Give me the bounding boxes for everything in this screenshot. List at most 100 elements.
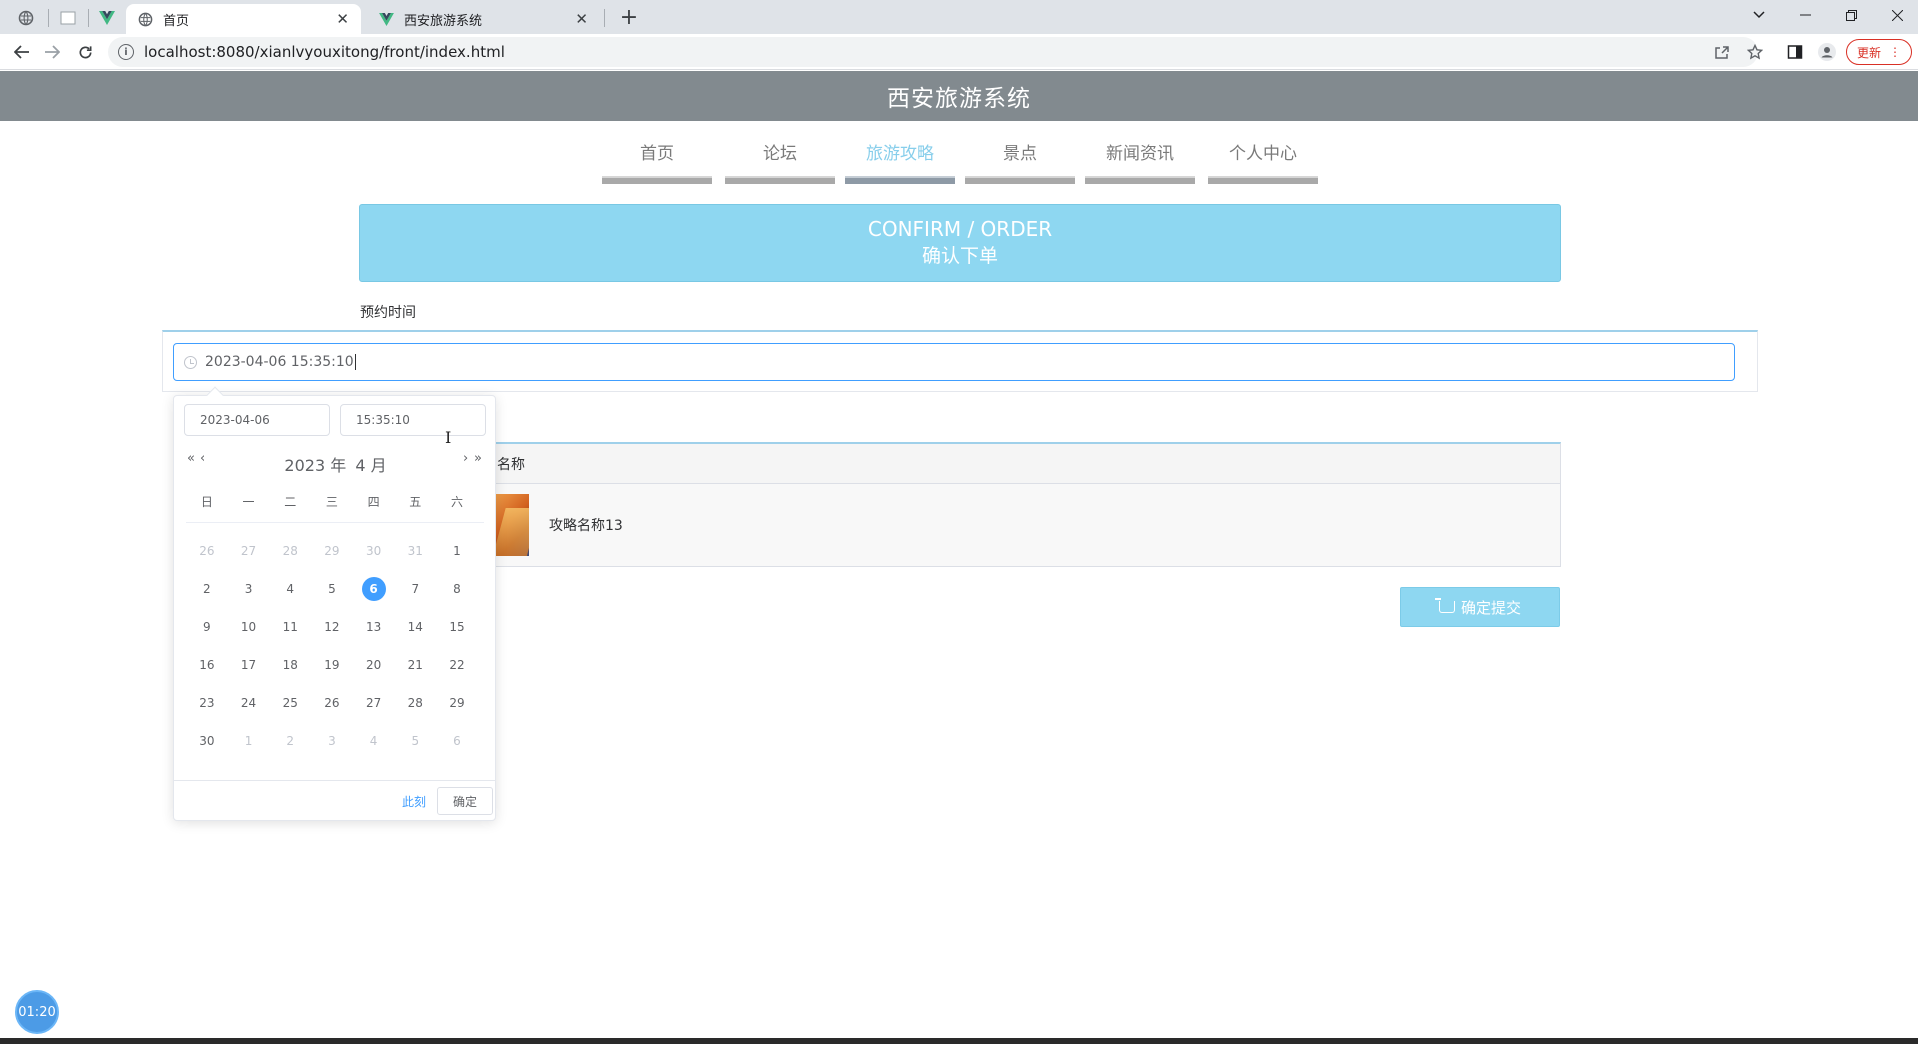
text-caret: [354, 354, 356, 370]
calendar-day[interactable]: 2: [269, 722, 311, 760]
side-panel-icon[interactable]: [1783, 40, 1807, 64]
picker-date-input[interactable]: 2023-04-06: [184, 404, 330, 436]
restore-button[interactable]: [1829, 0, 1873, 30]
calendar-day[interactable]: 6: [436, 722, 478, 760]
nav-item-attractions[interactable]: 景点: [965, 140, 1075, 184]
calendar-day[interactable]: 30: [353, 532, 395, 570]
submit-order-button[interactable]: 确定提交: [1400, 587, 1560, 627]
next-month-button[interactable]: ›: [463, 451, 468, 466]
calendar-day[interactable]: 3: [311, 722, 353, 760]
pinned-tab-blank[interactable]: [54, 6, 82, 30]
confirm-button[interactable]: 确定: [437, 787, 493, 815]
calendar-day[interactable]: 26: [311, 684, 353, 722]
calendar-day[interactable]: 27: [228, 532, 270, 570]
picker-year[interactable]: 2023 年: [284, 456, 346, 475]
calendar-day[interactable]: 22: [436, 646, 478, 684]
day-number: 30: [199, 734, 215, 748]
address-bar[interactable]: i localhost:8080/xianlvyouxitong/front/i…: [108, 37, 1758, 67]
calendar-day[interactable]: 28: [269, 532, 311, 570]
column-header-name: 名称: [497, 456, 525, 473]
calendar-day[interactable]: 9: [186, 608, 228, 646]
nav-item-home[interactable]: 首页: [602, 140, 712, 184]
calendar-day[interactable]: 23: [186, 684, 228, 722]
calendar-day[interactable]: 3: [228, 570, 270, 608]
now-button[interactable]: 此刻: [402, 793, 426, 810]
reserve-time-input[interactable]: 2023-04-06 15:35:10: [173, 343, 1735, 381]
submit-label: 确定提交: [1460, 598, 1521, 617]
calendar-day-selected[interactable]: 6: [353, 570, 395, 608]
picker-time-input[interactable]: 15:35:10: [340, 404, 486, 436]
forward-button[interactable]: [38, 38, 66, 66]
tab-home[interactable]: 首页 ✕: [126, 4, 361, 34]
weekday-label: 一: [242, 495, 255, 509]
calendar-day[interactable]: 25: [269, 684, 311, 722]
day-number: 13: [365, 620, 382, 634]
browser-tab-bar: 首页 ✕ 西安旅游系统 ✕ +: [0, 0, 1918, 34]
calendar-day[interactable]: 4: [353, 722, 395, 760]
star-icon[interactable]: [1743, 40, 1767, 64]
new-tab-button[interactable]: +: [616, 4, 642, 30]
nav-label: 论坛: [763, 144, 797, 164]
calendar-day[interactable]: 10: [228, 608, 270, 646]
nav-item-news[interactable]: 新闻资讯: [1085, 140, 1195, 184]
profile-icon[interactable]: [1815, 40, 1839, 64]
back-button[interactable]: [8, 38, 36, 66]
calendar-day[interactable]: 16: [186, 646, 228, 684]
calendar-day[interactable]: 5: [394, 722, 436, 760]
share-icon[interactable]: [1710, 40, 1734, 64]
calendar-day[interactable]: 29: [311, 532, 353, 570]
calendar-day[interactable]: 17: [228, 646, 270, 684]
calendar-day[interactable]: 18: [269, 646, 311, 684]
calendar-day[interactable]: 15: [436, 608, 478, 646]
calendar-day[interactable]: 7: [394, 570, 436, 608]
timer-badge[interactable]: 01:20: [15, 990, 59, 1034]
cart-icon: [1434, 598, 1455, 613]
calendar-day[interactable]: 1: [436, 532, 478, 570]
nav-item-forum[interactable]: 论坛: [725, 140, 835, 184]
prev-month-button[interactable]: ‹: [200, 451, 205, 466]
prev-year-button[interactable]: «: [187, 451, 195, 466]
update-button[interactable]: 更新 ⋮: [1846, 39, 1912, 65]
close-icon[interactable]: ✕: [575, 10, 588, 28]
calendar-day[interactable]: 14: [394, 608, 436, 646]
calendar-day[interactable]: 29: [436, 684, 478, 722]
close-window-button[interactable]: [1875, 0, 1918, 30]
calendar-day[interactable]: 8: [436, 570, 478, 608]
pinned-tab-vue[interactable]: [93, 6, 121, 30]
calendar-day[interactable]: 2: [186, 570, 228, 608]
reload-button[interactable]: [71, 38, 99, 66]
calendar-day[interactable]: 19: [311, 646, 353, 684]
calendar-day[interactable]: 24: [228, 684, 270, 722]
calendar-day[interactable]: 4: [269, 570, 311, 608]
calendar-day[interactable]: 13: [353, 608, 395, 646]
calendar-day[interactable]: 26: [186, 532, 228, 570]
pinned-tab-globe[interactable]: [12, 6, 40, 30]
nav-item-profile[interactable]: 个人中心: [1208, 140, 1318, 184]
minimize-button[interactable]: [1783, 0, 1827, 30]
info-icon[interactable]: i: [118, 44, 134, 60]
calendar-day[interactable]: 28: [394, 684, 436, 722]
calendar-day[interactable]: 27: [353, 684, 395, 722]
tab-search-button[interactable]: [1737, 0, 1781, 30]
calendar-day[interactable]: 5: [311, 570, 353, 608]
nav-item-travel-guide[interactable]: 旅游攻略: [845, 140, 955, 184]
day-number: 24: [240, 696, 257, 710]
url-text[interactable]: localhost:8080/xianlvyouxitong/front/ind…: [144, 43, 505, 61]
calendar-day[interactable]: 21: [394, 646, 436, 684]
calendar-day[interactable]: 1: [228, 722, 270, 760]
tab-separator: [48, 9, 49, 27]
next-year-button[interactable]: »: [474, 451, 482, 466]
reserve-time-value: 2023-04-06 15:35:10: [205, 354, 354, 370]
picker-month[interactable]: 4 月: [355, 456, 386, 475]
tab-xian-travel[interactable]: 西安旅游系统 ✕: [367, 4, 600, 34]
calendar-day[interactable]: 30: [186, 722, 228, 760]
calendar-day[interactable]: 12: [311, 608, 353, 646]
day-number: 19: [324, 658, 340, 672]
close-icon[interactable]: ✕: [336, 10, 349, 28]
calendar-day[interactable]: 20: [353, 646, 395, 684]
tab-title: 西安旅游系统: [404, 13, 483, 29]
day-number: 30: [365, 544, 382, 558]
calendar-day[interactable]: 31: [394, 532, 436, 570]
calendar-day[interactable]: 11: [269, 608, 311, 646]
arrow-right-icon: [45, 45, 60, 59]
